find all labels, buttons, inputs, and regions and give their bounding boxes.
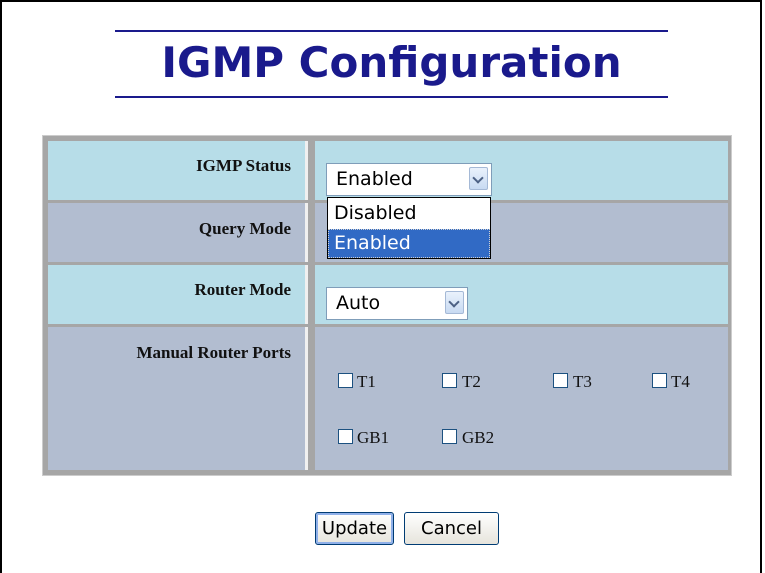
page-title: IGMP Configuration [161,38,622,87]
checkbox-t3[interactable] [553,373,568,388]
port-t4-label: T4 [671,372,690,391]
checkbox-gb2[interactable] [442,429,457,444]
checkbox-t4[interactable] [652,373,667,388]
update-button[interactable]: Update [315,512,394,545]
checkbox-gb1[interactable] [338,429,353,444]
option-disabled[interactable]: Disabled [328,199,490,228]
port-gb2-label: GB2 [462,428,495,447]
igmp-status-label: IGMP Status [196,156,291,175]
checkbox-t1[interactable] [338,373,353,388]
router-mode-value: Auto [336,292,381,314]
port-gb1-label: GB1 [357,428,390,447]
port-t1-label: T1 [357,372,376,391]
query-mode-label: Query Mode [198,219,291,238]
chevron-down-icon[interactable] [445,291,464,314]
port-t2-label: T2 [462,372,481,391]
cancel-button[interactable]: Cancel [404,512,499,545]
router-mode-label: Router Mode [194,280,291,299]
option-enabled[interactable]: Enabled [328,229,490,258]
igmp-status-dropdown-list: Disabled Enabled [327,197,491,259]
port-t3-label: T3 [573,372,592,391]
checkbox-t2[interactable] [442,373,457,388]
manual-router-ports-label: Manual Router Ports [136,343,291,362]
chevron-down-icon[interactable] [469,167,488,190]
igmp-status-value: Enabled [336,168,413,190]
title-banner: IGMP Configuration [115,30,668,98]
row-manual-router-ports: Manual Router Ports [48,327,728,470]
router-mode-select[interactable]: Auto [326,287,468,320]
igmp-status-select[interactable]: Enabled [326,163,492,196]
